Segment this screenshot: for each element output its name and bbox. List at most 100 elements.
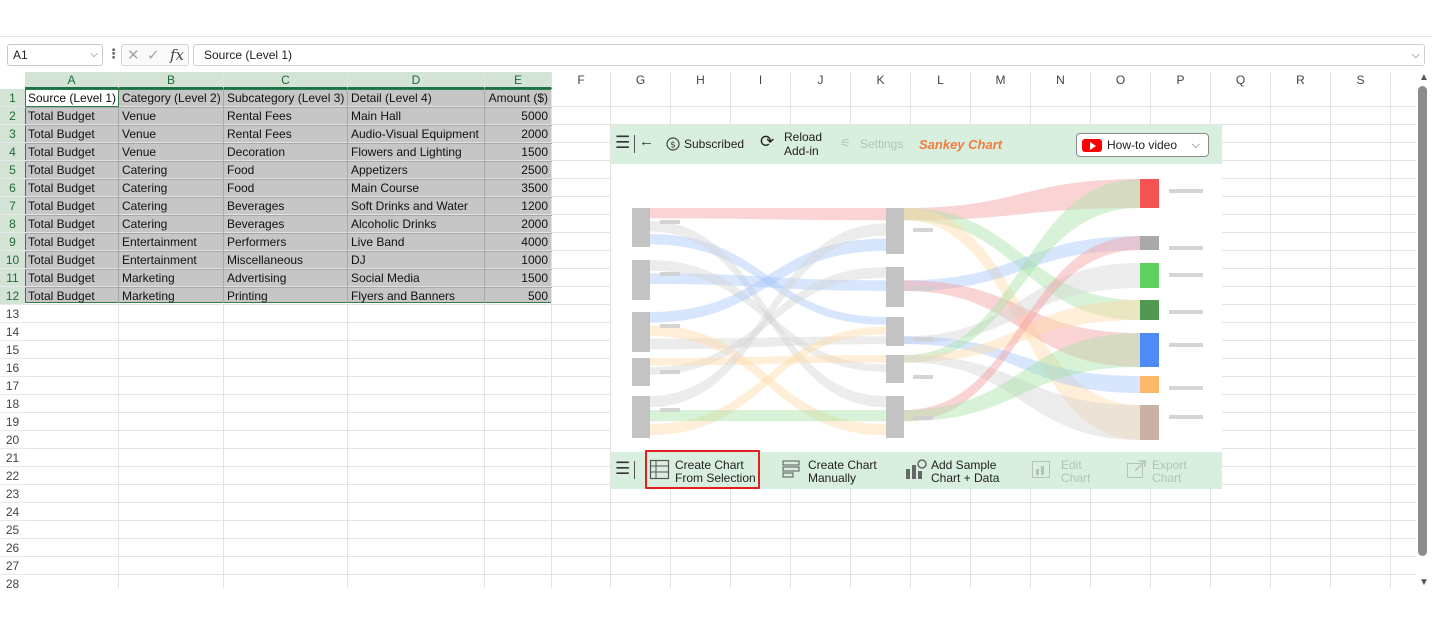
cell-e4[interactable]: 1500: [485, 143, 551, 161]
row-header-23[interactable]: 23: [0, 485, 25, 503]
column-header-p[interactable]: P: [1151, 72, 1211, 89]
cell-d5[interactable]: Appetizers: [348, 161, 484, 179]
column-header-h[interactable]: H: [671, 72, 731, 89]
hamburger-menu-icon[interactable]: ☰: [615, 133, 630, 153]
cell-c11[interactable]: Advertising: [224, 269, 347, 287]
cell-e9[interactable]: 4000: [485, 233, 551, 251]
cell-b9[interactable]: Entertainment: [119, 233, 223, 251]
column-header-m[interactable]: M: [971, 72, 1031, 89]
column-header-j[interactable]: J: [791, 72, 851, 89]
column-header-e[interactable]: E: [485, 72, 552, 89]
row-header-11[interactable]: 11: [0, 269, 25, 287]
row-header-19[interactable]: 19: [0, 413, 25, 431]
cell-e2[interactable]: 5000: [485, 107, 551, 125]
cell-b5[interactable]: Catering: [119, 161, 223, 179]
row-header-24[interactable]: 24: [0, 503, 25, 521]
row-header-27[interactable]: 27: [0, 557, 25, 575]
cell-e5[interactable]: 2500: [485, 161, 551, 179]
cell-c1[interactable]: Subcategory (Level 3): [224, 89, 347, 107]
column-header-k[interactable]: K: [851, 72, 911, 89]
cell-d3[interactable]: Audio-Visual Equipment: [348, 125, 484, 143]
row-header-25[interactable]: 25: [0, 521, 25, 539]
row-header-10[interactable]: 10: [0, 251, 25, 269]
cell-d6[interactable]: Main Course: [348, 179, 484, 197]
row-header-4[interactable]: 4: [0, 143, 25, 161]
cell-a1[interactable]: Source (Level 1): [25, 89, 118, 107]
cancel-icon[interactable]: ✕: [127, 46, 140, 64]
row-header-12[interactable]: 12: [0, 287, 25, 305]
howto-video-dropdown[interactable]: How-to video ⌵: [1076, 133, 1209, 157]
cell-b11[interactable]: Marketing: [119, 269, 223, 287]
column-header-n[interactable]: N: [1031, 72, 1091, 89]
cell-a8[interactable]: Total Budget: [25, 215, 118, 233]
cell-e10[interactable]: 1000: [485, 251, 551, 269]
cell-b1[interactable]: Category (Level 2): [119, 89, 223, 107]
cell-a12[interactable]: Total Budget: [25, 287, 118, 305]
row-header-7[interactable]: 7: [0, 197, 25, 215]
row-header-28[interactable]: 28: [0, 575, 25, 588]
cell-b6[interactable]: Catering: [119, 179, 223, 197]
column-header-c[interactable]: C: [224, 72, 348, 89]
row-header-20[interactable]: 20: [0, 431, 25, 449]
cell-d8[interactable]: Alcoholic Drinks: [348, 215, 484, 233]
scroll-thumb[interactable]: [1418, 86, 1427, 556]
name-box[interactable]: A1 ⌵: [7, 44, 103, 66]
row-header-26[interactable]: 26: [0, 539, 25, 557]
row-header-16[interactable]: 16: [0, 359, 25, 377]
vertical-scrollbar[interactable]: ▲ ▼: [1416, 72, 1432, 588]
cell-c10[interactable]: Miscellaneous: [224, 251, 347, 269]
cell-c8[interactable]: Beverages: [224, 215, 347, 233]
cell-b4[interactable]: Venue: [119, 143, 223, 161]
cell-d10[interactable]: DJ: [348, 251, 484, 269]
row-header-2[interactable]: 2: [0, 107, 25, 125]
cell-d11[interactable]: Social Media: [348, 269, 484, 287]
cell-c12[interactable]: Printing: [224, 287, 347, 305]
check-icon[interactable]: ✓: [147, 46, 160, 64]
cell-d7[interactable]: Soft Drinks and Water: [348, 197, 484, 215]
cell-a7[interactable]: Total Budget: [25, 197, 118, 215]
row-header-5[interactable]: 5: [0, 161, 25, 179]
row-header-18[interactable]: 18: [0, 395, 25, 413]
row-header-15[interactable]: 15: [0, 341, 25, 359]
cell-c7[interactable]: Beverages: [224, 197, 347, 215]
column-header-o[interactable]: O: [1091, 72, 1151, 89]
cell-a4[interactable]: Total Budget: [25, 143, 118, 161]
cell-d9[interactable]: Live Band: [348, 233, 484, 251]
row-header-3[interactable]: 3: [0, 125, 25, 143]
column-header-a[interactable]: A: [25, 72, 119, 89]
cell-a3[interactable]: Total Budget: [25, 125, 118, 143]
cell-c6[interactable]: Food: [224, 179, 347, 197]
cell-c9[interactable]: Performers: [224, 233, 347, 251]
cell-b10[interactable]: Entertainment: [119, 251, 223, 269]
cell-c3[interactable]: Rental Fees: [224, 125, 347, 143]
cell-e3[interactable]: 2000: [485, 125, 551, 143]
cell-a11[interactable]: Total Budget: [25, 269, 118, 287]
column-header-b[interactable]: B: [119, 72, 224, 89]
back-arrow-icon[interactable]: ←: [639, 133, 654, 150]
cell-c4[interactable]: Decoration: [224, 143, 347, 161]
row-header-21[interactable]: 21: [0, 449, 25, 467]
row-header-17[interactable]: 17: [0, 377, 25, 395]
cell-e12[interactable]: 500: [485, 287, 551, 305]
column-header-d[interactable]: D: [348, 72, 485, 89]
column-header-f[interactable]: F: [552, 72, 611, 89]
more-options-icon[interactable]: ⋮: [107, 46, 120, 62]
row-header-14[interactable]: 14: [0, 323, 25, 341]
cell-c2[interactable]: Rental Fees: [224, 107, 347, 125]
row-header-13[interactable]: 13: [0, 305, 25, 323]
chevron-down-icon[interactable]: ⌵: [90, 45, 98, 65]
cell-a2[interactable]: Total Budget: [25, 107, 118, 125]
cell-a9[interactable]: Total Budget: [25, 233, 118, 251]
cell-a6[interactable]: Total Budget: [25, 179, 118, 197]
cell-e7[interactable]: 1200: [485, 197, 551, 215]
column-header-g[interactable]: G: [611, 72, 671, 89]
cell-b3[interactable]: Venue: [119, 125, 223, 143]
cell-a5[interactable]: Total Budget: [25, 161, 118, 179]
row-header-8[interactable]: 8: [0, 215, 25, 233]
function-icon[interactable]: fx: [170, 46, 184, 64]
cell-c5[interactable]: Food: [224, 161, 347, 179]
cell-e8[interactable]: 2000: [485, 215, 551, 233]
cell-d12[interactable]: Flyers and Banners: [348, 287, 484, 305]
column-header-l[interactable]: L: [911, 72, 971, 89]
hamburger-menu-icon[interactable]: ☰: [615, 459, 630, 479]
